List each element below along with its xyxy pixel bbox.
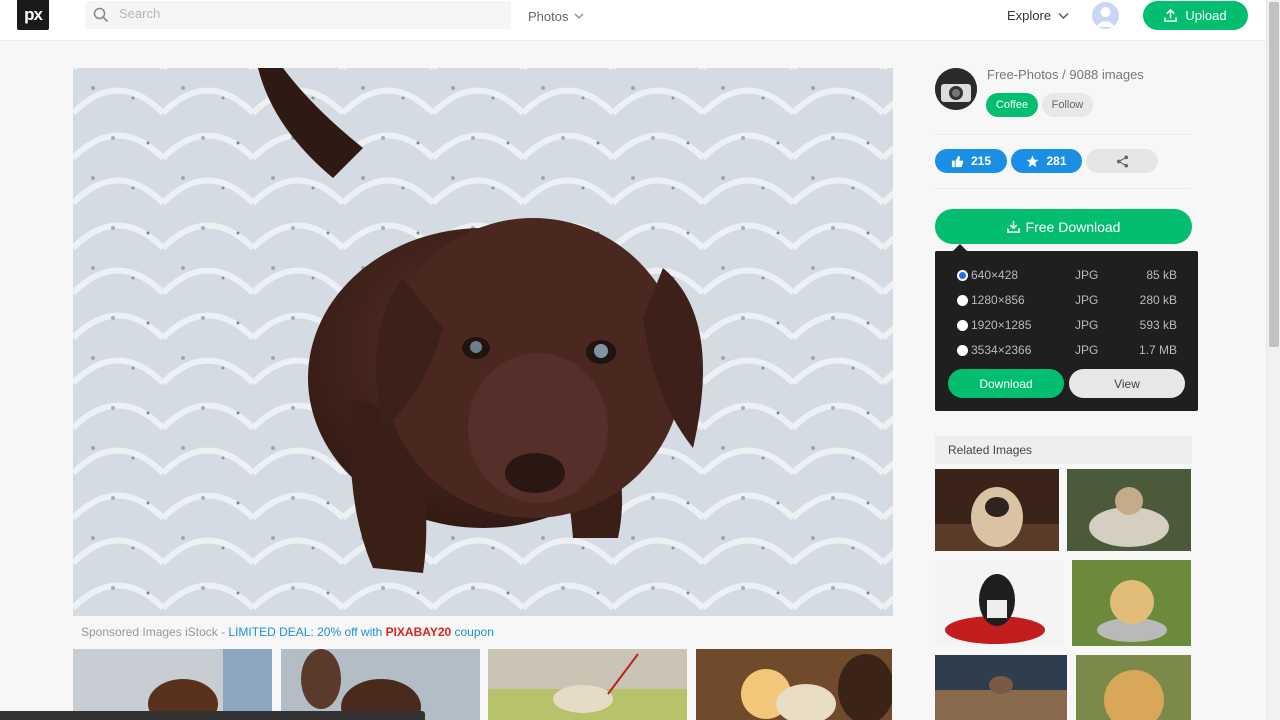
explore-menu[interactable]: Explore [1007, 8, 1069, 23]
size-format: JPG [1075, 343, 1099, 357]
like-button[interactable]: 215 [935, 149, 1007, 173]
top-bar: px Photos Explore Upload [0, 0, 1266, 41]
view-button[interactable]: View [1069, 369, 1185, 398]
divider [935, 134, 1191, 135]
size-format: JPG [1075, 318, 1099, 332]
chevron-down-icon [575, 13, 584, 19]
sponsored-thumb[interactable] [73, 649, 272, 720]
panel-caret [953, 244, 967, 251]
coupon-suffix[interactable]: coupon [451, 625, 494, 639]
size-filesize: 593 kB [1139, 318, 1177, 332]
size-filesize: 85 kB [1146, 268, 1177, 282]
sponsored-thumb[interactable] [696, 649, 892, 720]
size-option[interactable]: 1920×1285 JPG 593 kB [935, 315, 1198, 337]
scrollbar-thumb[interactable] [1269, 2, 1279, 347]
chevron-down-icon [1058, 12, 1069, 19]
sponsored-thumb[interactable] [281, 649, 480, 720]
download-button[interactable]: Download [948, 369, 1064, 398]
follow-button[interactable]: Follow [1042, 93, 1093, 117]
site-logo[interactable]: px [17, 0, 49, 30]
search-icon[interactable] [93, 7, 109, 23]
coupon-code[interactable]: PIXABAY20 [386, 625, 452, 639]
size-option[interactable]: 3534×2366 JPG 1.7 MB [935, 340, 1198, 362]
download-icon [1006, 220, 1020, 233]
favorite-count: 281 [1046, 154, 1067, 168]
search-input[interactable] [119, 6, 419, 21]
browser-status-bar [0, 711, 425, 720]
related-image[interactable] [935, 655, 1067, 720]
author-info[interactable]: Free-Photos / 9088 images [987, 67, 1144, 82]
sponsored-line: Sponsored Images iStock - LIMITED DEAL: … [81, 625, 494, 639]
size-format: JPG [1075, 293, 1099, 307]
upload-icon [1164, 9, 1178, 22]
related-images-heading: Related Images [935, 436, 1192, 464]
download-size-panel: 640×428 JPG 85 kB 1280×856 JPG 280 kB 19… [935, 251, 1198, 411]
size-option[interactable]: 640×428 JPG 85 kB [935, 265, 1198, 287]
size-dimensions: 640×428 [971, 268, 1019, 282]
free-download-button[interactable]: Free Download [935, 209, 1192, 244]
like-count: 215 [970, 154, 992, 168]
size-dimensions: 1280×856 [971, 293, 1025, 307]
related-image[interactable] [1076, 655, 1191, 720]
divider [935, 188, 1191, 189]
star-icon [1026, 154, 1040, 167]
scrollbar[interactable] [1266, 0, 1280, 720]
author-avatar[interactable] [935, 68, 977, 110]
sponsored-thumb[interactable] [488, 649, 687, 720]
free-download-label: Free Download [1025, 218, 1121, 235]
size-radio[interactable] [957, 320, 968, 331]
related-image[interactable] [935, 469, 1059, 551]
search-box: Photos [85, 1, 593, 29]
size-format: JPG [1075, 268, 1099, 282]
explore-label: Explore [1007, 8, 1052, 23]
thumbs-up-icon [951, 155, 964, 167]
search-type-label: Photos [528, 8, 569, 24]
upload-button[interactable]: Upload [1143, 1, 1248, 30]
related-image[interactable] [1072, 560, 1191, 646]
upload-label: Upload [1185, 8, 1227, 23]
related-image[interactable] [935, 560, 1064, 646]
share-icon [1116, 154, 1128, 168]
search-type-select[interactable]: Photos [517, 4, 593, 28]
size-filesize: 1.7 MB [1138, 343, 1177, 357]
sponsored-prefix: Sponsored Images iStock - [81, 625, 229, 639]
size-radio[interactable] [957, 295, 968, 306]
deal-link[interactable]: LIMITED DEAL: 20% off with [228, 625, 385, 639]
size-radio[interactable] [957, 270, 968, 281]
size-option[interactable]: 1280×856 JPG 280 kB [935, 290, 1198, 312]
user-avatar-icon[interactable] [1092, 2, 1119, 29]
size-filesize: 280 kB [1139, 293, 1177, 307]
share-button[interactable] [1086, 149, 1158, 173]
size-dimensions: 3534×2366 [971, 343, 1032, 357]
related-image[interactable] [1067, 469, 1191, 551]
main-photo[interactable] [73, 68, 893, 616]
coffee-button[interactable]: Coffee [986, 93, 1038, 117]
size-dimensions: 1920×1285 [971, 318, 1032, 332]
favorite-button[interactable]: 281 [1011, 149, 1082, 173]
size-radio[interactable] [957, 345, 968, 356]
